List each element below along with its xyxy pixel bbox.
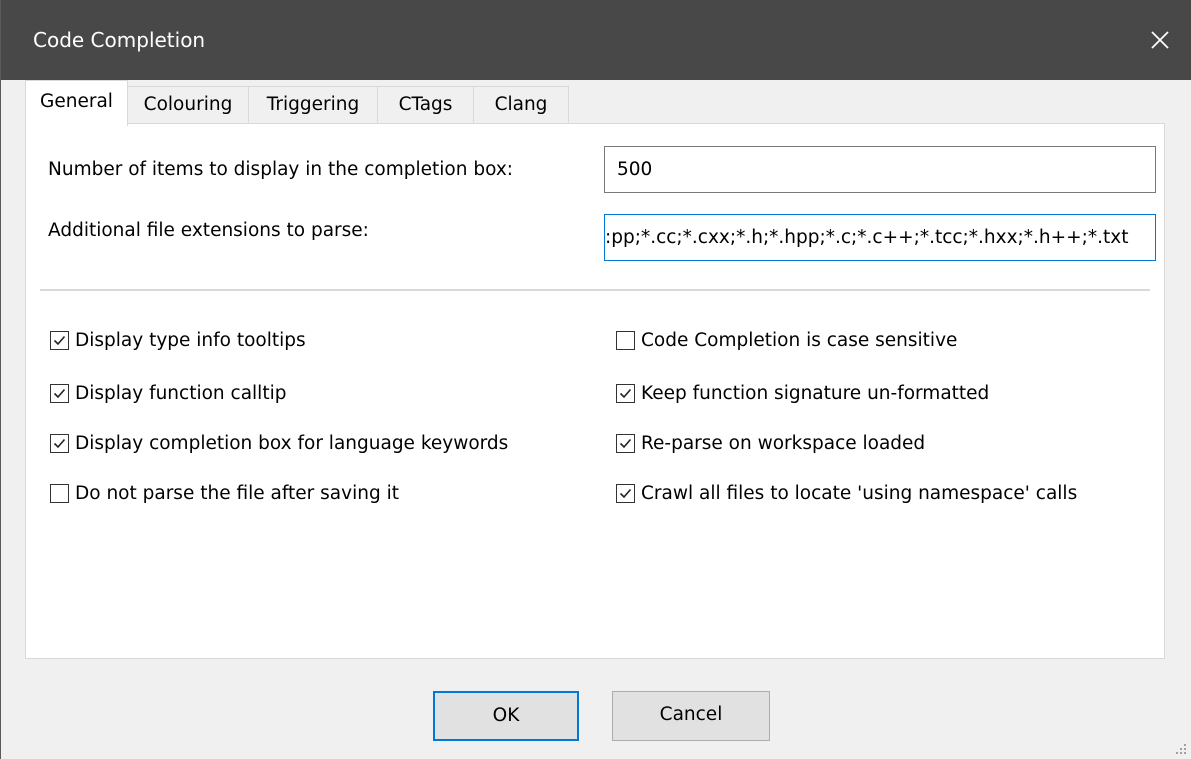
option-label: Re-parse on workspace loaded <box>641 432 926 454</box>
cancel-button[interactable]: Cancel <box>612 691 770 741</box>
check-icon <box>53 438 66 448</box>
option-label: Keep function signature un-formatted <box>641 382 990 404</box>
option-signature-unformatted[interactable]: Keep function signature un-formatted <box>616 378 989 408</box>
code-completion-dialog: Code Completion General Colouring Trigge… <box>0 0 1191 759</box>
general-tab-panel: Number of items to display in the comple… <box>25 123 1165 659</box>
checkbox[interactable] <box>50 383 69 403</box>
tab-colouring[interactable]: Colouring <box>127 86 249 124</box>
tab-ctags[interactable]: CTags <box>377 86 474 124</box>
title-bar: Code Completion <box>1 0 1191 80</box>
check-icon <box>53 335 66 345</box>
check-icon <box>619 438 632 448</box>
divider <box>40 289 1150 291</box>
ok-button[interactable]: OK <box>433 691 579 741</box>
option-label: Display completion box for language keyw… <box>75 432 509 454</box>
option-label: Display type info tooltips <box>75 329 306 351</box>
close-button[interactable] <box>1128 0 1191 80</box>
close-icon <box>1151 31 1169 49</box>
checkbox[interactable] <box>50 330 69 350</box>
dialog-title: Code Completion <box>33 28 206 52</box>
option-type-info-tooltips[interactable]: Display type info tooltips <box>50 325 306 355</box>
option-label: Crawl all files to locate 'using namespa… <box>641 482 1078 504</box>
option-function-calltip[interactable]: Display function calltip <box>50 378 286 408</box>
option-label: Code Completion is case sensitive <box>641 329 958 351</box>
check-icon <box>619 488 632 498</box>
file-extensions-input[interactable]: :pp;*.cc;*.cxx;*.h;*.hpp;*.c;*.c++;*.tcc… <box>604 214 1156 261</box>
tab-clang[interactable]: Clang <box>473 86 569 124</box>
checkbox[interactable] <box>50 433 69 453</box>
option-no-parse-after-save[interactable]: Do not parse the file after saving it <box>50 478 399 508</box>
tab-general[interactable]: General <box>25 80 128 126</box>
checkbox[interactable] <box>616 483 635 503</box>
file-extensions-label: Additional file extensions to parse: <box>48 220 369 241</box>
tab-triggering[interactable]: Triggering <box>248 86 378 124</box>
option-language-keywords[interactable]: Display completion box for language keyw… <box>50 428 508 458</box>
checkbox[interactable] <box>616 433 635 453</box>
checkbox[interactable] <box>50 483 69 503</box>
option-case-sensitive[interactable]: Code Completion is case sensitive <box>616 325 957 355</box>
tab-strip: General Colouring Triggering CTags Clang <box>25 80 1165 126</box>
check-icon <box>53 388 66 398</box>
checkbox[interactable] <box>616 330 635 350</box>
check-icon <box>619 388 632 398</box>
option-reparse-workspace[interactable]: Re-parse on workspace loaded <box>616 428 925 458</box>
resize-grip-icon[interactable] <box>1173 741 1187 755</box>
items-count-label: Number of items to display in the comple… <box>48 159 514 180</box>
option-label: Do not parse the file after saving it <box>75 482 399 504</box>
option-crawl-using-namespace[interactable]: Crawl all files to locate 'using namespa… <box>616 478 1077 508</box>
option-label: Display function calltip <box>75 382 287 404</box>
checkbox[interactable] <box>616 383 635 403</box>
items-count-input[interactable]: 500 <box>604 146 1156 193</box>
